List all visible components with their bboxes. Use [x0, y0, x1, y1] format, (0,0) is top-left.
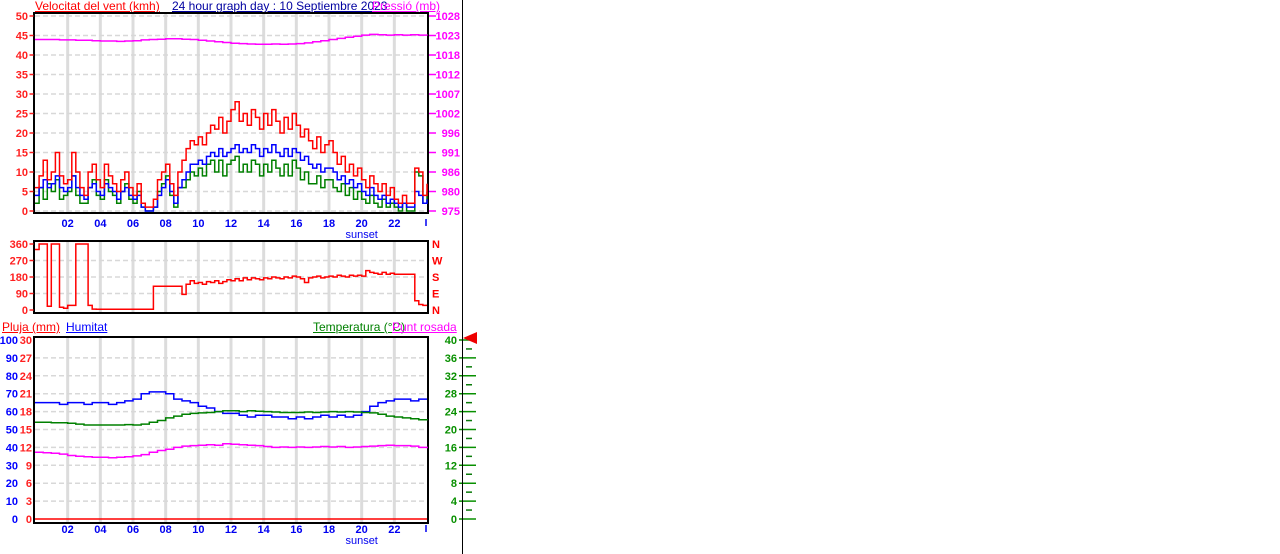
humidity-tick-label: 0 [12, 514, 18, 526]
humidity-tick-label: 30 [6, 460, 18, 472]
wind-direction-chart: 360270180900NWSEN [10, 240, 443, 317]
temperature-tick-label: 12 [445, 460, 457, 472]
x-tick-label: 14 [258, 218, 271, 230]
x-tick-label: 10 [192, 218, 204, 230]
temperature-tick-label: 4 [451, 496, 458, 508]
direction-tick-label: 0 [22, 305, 28, 317]
weather-graph-panel: Velocitat del vent (kmh) 24 hour graph d… [0, 0, 1280, 554]
wind-tick-label: 0 [22, 206, 28, 218]
rain-axis-title: Pluja (mm) [2, 320, 61, 334]
rain-tick-label: 21 [20, 389, 32, 401]
x-tick-label: 16 [290, 524, 302, 536]
humidity-tick-label: 60 [6, 407, 18, 419]
temperature-tick-label: 36 [445, 353, 457, 365]
x-tick-label: 06 [127, 524, 139, 536]
x-tick-label: 22 [388, 218, 400, 230]
rain-tick-label: 12 [20, 442, 32, 454]
humidity-tick-label: 100 [0, 336, 18, 347]
wind-tick-label: 35 [16, 70, 28, 82]
x-tick-label: 02 [62, 218, 74, 230]
pressure-tick-label: 996 [442, 128, 460, 140]
x-tick-label: 12 [225, 524, 237, 536]
dew-point-axis-title: Punt rosada [392, 320, 457, 334]
compass-label: S [432, 272, 439, 284]
x-tick-label: 18 [323, 524, 335, 536]
pressure-tick-label: 1007 [436, 89, 460, 101]
x-tick-label: 08 [160, 218, 172, 230]
humidity-tick-label: 70 [6, 389, 18, 401]
pressure-tick-label: 1023 [436, 31, 460, 43]
temperature-tick-label: 0 [451, 514, 457, 526]
pressure-tick-label: 986 [442, 167, 460, 179]
compass-label: N [432, 305, 440, 317]
wind-tick-label: 30 [16, 89, 28, 101]
x-tick-label: 22 [388, 524, 400, 536]
compass-label: W [432, 256, 443, 268]
sunset-label: sunset [345, 535, 377, 547]
temperature-tick-label: 20 [445, 425, 457, 437]
temperature-tick-label: 24 [445, 407, 458, 419]
temperature-tick-label: 16 [445, 442, 457, 454]
wind-tick-label: 5 [22, 187, 28, 199]
x-tick-label: 04 [94, 524, 107, 536]
temp-humidity-rain-chart: 1009080706050403020100302724211815129630… [0, 336, 476, 547]
direction-tick-label: 360 [10, 240, 28, 251]
humidity-tick-label: 50 [6, 425, 18, 437]
humidity-tick-label: 10 [6, 496, 18, 508]
wind-tick-label: 50 [16, 11, 28, 23]
wind-tick-label: 20 [16, 128, 28, 140]
x-tick-label: 04 [94, 218, 107, 230]
rain-tick-label: 24 [20, 371, 33, 383]
wind-tick-label: 25 [16, 109, 28, 121]
x-tick-label: 02 [62, 524, 74, 536]
x-tick-label: 06 [127, 218, 139, 230]
current-value-arrow-icon [463, 332, 477, 344]
humidity-tick-label: 80 [6, 371, 18, 383]
rain-tick-label: 3 [26, 496, 32, 508]
compass-label: E [432, 289, 439, 301]
pressure-tick-label: 980 [442, 187, 460, 199]
x-tick-label: 14 [258, 524, 271, 536]
direction-tick-label: 180 [10, 272, 28, 284]
temperature-tick-label: 28 [445, 389, 457, 401]
wind-tick-label: 45 [16, 31, 28, 43]
humidity-tick-label: 90 [6, 353, 18, 365]
humidity-axis-title: Humitat [66, 320, 108, 334]
rain-tick-label: 30 [20, 336, 32, 347]
pressure-tick-label: 975 [442, 206, 460, 218]
wind-tick-label: 40 [16, 50, 28, 62]
x-tick-label: 08 [160, 524, 172, 536]
temperature-tick-label: 8 [451, 478, 457, 490]
wind-tick-label: 10 [16, 167, 28, 179]
x-tick-label: 10 [192, 524, 204, 536]
temperature-tick-label: 40 [445, 336, 457, 347]
pressure-tick-label: 1028 [436, 11, 460, 23]
x-tick-label: 16 [290, 218, 302, 230]
rain-tick-label: 27 [20, 353, 32, 365]
sunset-label: sunset [345, 229, 377, 240]
rain-tick-label: 6 [26, 478, 32, 490]
pressure-tick-label: 1012 [436, 70, 460, 82]
rain-tick-label: 15 [20, 425, 32, 437]
x-tick-label: 18 [323, 218, 335, 230]
right-scale-line [462, 0, 463, 554]
x-tick-label: 12 [225, 218, 237, 230]
pressure-tick-label: 1002 [436, 109, 460, 121]
rain-tick-label: 9 [26, 460, 32, 472]
direction-tick-label: 270 [10, 256, 28, 268]
humidity-tick-label: 40 [6, 442, 18, 454]
wind-tick-label: 15 [16, 148, 28, 160]
wind-pressure-chart: 5045403530252015105010281023101810121007… [16, 11, 460, 240]
pressure-tick-label: 991 [442, 148, 460, 160]
rain-tick-label: 18 [20, 407, 32, 419]
compass-label: N [432, 240, 440, 251]
direction-tick-label: 90 [16, 289, 28, 301]
rain-tick-label: 0 [26, 514, 32, 526]
humidity-tick-label: 20 [6, 478, 18, 490]
temperature-tick-label: 32 [445, 371, 457, 383]
pressure-tick-label: 1018 [436, 50, 460, 62]
